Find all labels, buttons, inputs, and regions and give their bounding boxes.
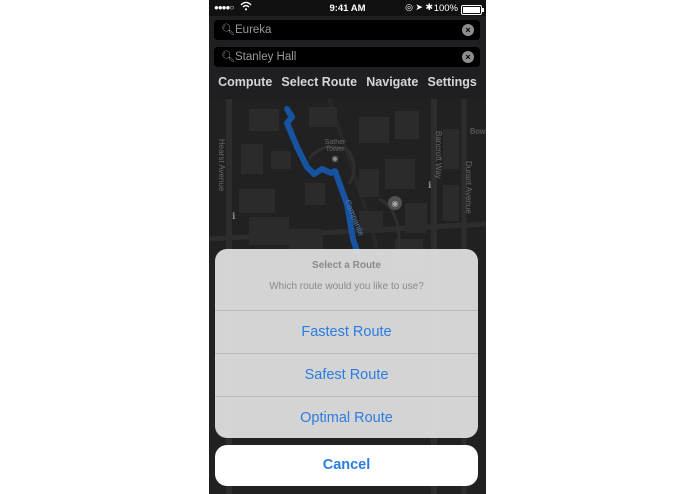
fastest-route-button[interactable]: Fastest Route [215, 310, 478, 353]
optimal-route-button[interactable]: Optimal Route [215, 396, 478, 438]
destination-search-field[interactable]: 🔍︎ × [214, 47, 480, 67]
tab-navigate[interactable]: Navigate [366, 75, 418, 93]
destination-input[interactable] [235, 47, 455, 67]
battery-icon [461, 5, 484, 15]
status-icons: ◎ ➤ ✱ [405, 2, 433, 12]
phone-screen: ●●●●○ 9:41 AM ◎ ➤ ✱ 100% 🔍︎ × 🔍︎ × Compu… [209, 0, 486, 494]
origin-input[interactable] [235, 20, 455, 40]
clear-icon[interactable]: × [462, 51, 474, 63]
origin-search-field[interactable]: 🔍︎ × [214, 20, 480, 40]
tab-compute[interactable]: Compute [218, 75, 272, 93]
action-sheet-message: Which route would you like to use? [269, 281, 424, 292]
safest-route-button[interactable]: Safest Route [215, 353, 478, 396]
route-action-sheet: Select a Route Which route would you lik… [215, 249, 478, 438]
search-icon: 🔍︎ [221, 51, 235, 63]
action-sheet-title: Select a Route [312, 260, 381, 271]
tab-select-route[interactable]: Select Route [281, 75, 357, 93]
navigation-header: 🔍︎ × 🔍︎ × Compute Select Route Navigate … [209, 16, 486, 99]
cancel-button[interactable]: Cancel [215, 445, 478, 486]
status-bar: ●●●●○ 9:41 AM ◎ ➤ ✱ 100% [209, 0, 486, 16]
battery-percent: 100% [433, 3, 458, 14]
tab-settings[interactable]: Settings [428, 75, 477, 93]
tab-bar: Compute Select Route Navigate Settings [209, 75, 486, 93]
clear-icon[interactable]: × [462, 24, 474, 36]
search-icon: 🔍︎ [221, 24, 235, 36]
